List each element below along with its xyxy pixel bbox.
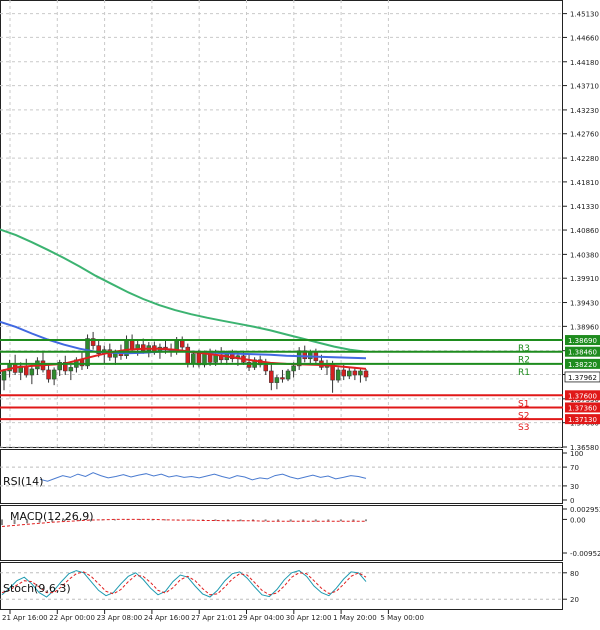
- candle-body: [341, 369, 346, 377]
- time-tick-label: 24 Apr 16:00: [144, 614, 190, 622]
- candle-body: [51, 369, 57, 380]
- rsi-tick-label: 100: [570, 450, 583, 458]
- price-tick-label: 1.40860: [570, 227, 599, 235]
- price-tick-label: 1.39910: [570, 275, 599, 283]
- time-tick-label: 29 Apr 04:00: [239, 614, 285, 622]
- price-tick-label: 1.44660: [570, 34, 599, 42]
- candle-body: [1, 370, 7, 381]
- candle-body: [185, 346, 191, 365]
- rsi-tick-label: 30: [570, 483, 579, 491]
- level-name-r1: R1: [518, 368, 530, 378]
- macd-histogram-bar: [339, 519, 342, 522]
- price-tick-label: 1.44180: [570, 59, 599, 67]
- candle-body: [347, 370, 352, 377]
- candle-body: [191, 353, 196, 365]
- rsi-tick-label: 70: [570, 464, 579, 472]
- background: [0, 0, 600, 626]
- level-price-label: 1.37360: [568, 404, 597, 412]
- time-tick-label: 22 Apr 00:00: [49, 614, 95, 622]
- price-tick-label: 1.45130: [570, 11, 599, 19]
- candle-body: [291, 365, 296, 372]
- price-tick-label: 1.41810: [570, 179, 599, 187]
- candle-body: [352, 370, 358, 376]
- price-tick-label: 1.42280: [570, 155, 599, 163]
- trading-chart: 1.45130 1.44660 1.44180 1.43710 1.43230 1.427…: [0, 0, 600, 626]
- candle-body: [363, 370, 369, 378]
- time-tick-label: 23 Apr 08:00: [97, 614, 143, 622]
- candle-body: [280, 377, 285, 380]
- macd-tick-label: 0.00: [570, 516, 586, 524]
- price-tick-label: 1.40380: [570, 251, 599, 259]
- stoch-tick-label: 80: [570, 570, 579, 578]
- time-tick-label: 27 Apr 21:01: [191, 614, 237, 622]
- candle-body: [269, 370, 274, 383]
- level-price-label: 1.37130: [568, 416, 597, 424]
- price-tick-label: 1.42760: [570, 131, 599, 139]
- price-tick-label: 1.43710: [570, 83, 599, 91]
- chart-canvas: 1.45130 1.44660 1.44180 1.43710 1.43230 1.427…: [0, 0, 600, 626]
- macd-histogram-bar: [1, 519, 3, 526]
- candle-body: [29, 368, 35, 376]
- candle-body: [179, 340, 185, 348]
- rsi-tick-label: 0: [570, 497, 574, 505]
- time-tick-label: 5 May 00:00: [380, 614, 424, 622]
- time-tick-label: 30 Apr 12:00: [286, 614, 332, 622]
- price-tick-label: 1.38960: [570, 323, 599, 331]
- macd-histogram-bar: [289, 519, 292, 522]
- candle-body: [68, 367, 74, 372]
- macd-histogram-bar: [314, 519, 317, 522]
- level-name-s3: S3: [518, 423, 529, 433]
- macd-histogram-bar: [365, 519, 367, 522]
- candle-body: [263, 364, 269, 372]
- macd-tick-label: -0.009528: [570, 550, 600, 558]
- macd-label: MACD(12,26,9): [10, 510, 94, 523]
- price-tick-label: 1.39430: [570, 300, 599, 308]
- candle-body: [79, 359, 85, 367]
- level-price-label: 1.38690: [568, 337, 597, 345]
- rsi-label: RSI(14): [3, 475, 43, 488]
- macd-tick-label: 0.002952: [570, 506, 600, 514]
- stoch-label: Stoch(9,6,3): [3, 582, 71, 595]
- macd-histogram-bar: [264, 519, 267, 522]
- candle-body: [308, 351, 313, 360]
- price-tick-label: 1.43230: [570, 107, 599, 115]
- level-price-label: 1.38220: [568, 361, 597, 369]
- current-price-label: 1.37962: [568, 374, 597, 382]
- candle-body: [335, 369, 341, 381]
- candle-body: [285, 370, 291, 380]
- price-tick-label: 1.41330: [570, 203, 599, 211]
- candle-body: [358, 370, 363, 376]
- level-price-label: 1.38460: [568, 349, 597, 357]
- macd-histogram-bar: [239, 519, 242, 522]
- stoch-tick-label: 20: [570, 596, 579, 604]
- candle-body: [46, 369, 51, 380]
- time-tick-label: 1 May 20:00: [333, 614, 377, 622]
- candle-body: [274, 377, 280, 383]
- level-price-label: 1.37600: [568, 392, 597, 400]
- time-tick-label: 21 Apr 16:00: [2, 614, 48, 622]
